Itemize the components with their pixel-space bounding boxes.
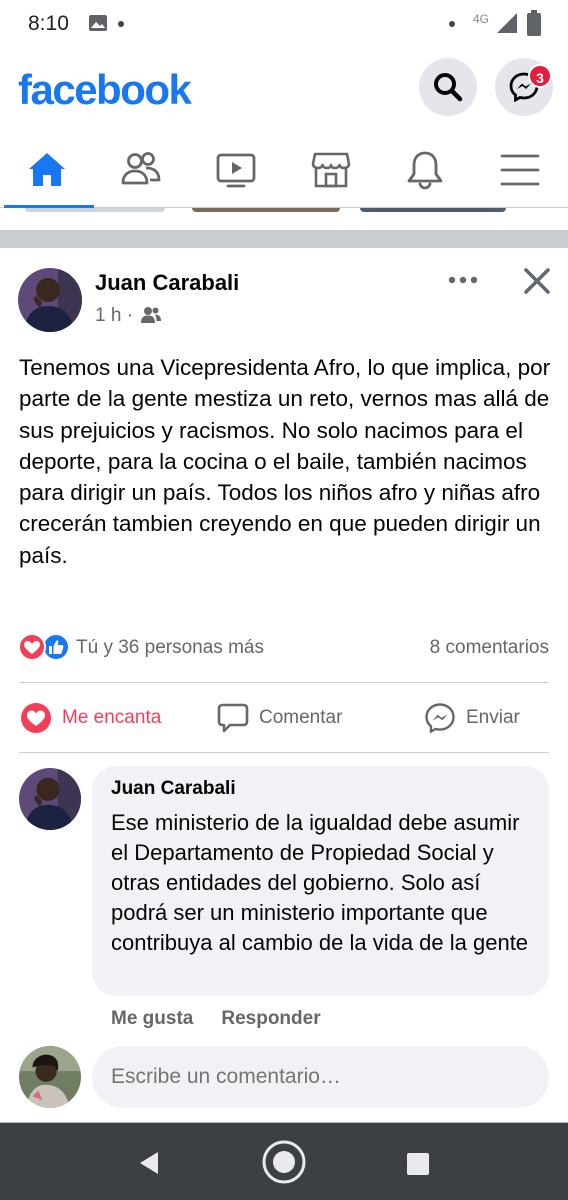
signal-icon	[497, 13, 517, 33]
comment-author-avatar[interactable]	[19, 768, 81, 830]
meta-separator: ·	[126, 305, 134, 326]
tab-watch[interactable]	[189, 132, 283, 208]
author-avatar[interactable]	[18, 268, 82, 332]
comment-text: Ese ministerio de la igualdad debe asumi…	[111, 810, 529, 955]
status-dot	[449, 21, 455, 27]
send-button[interactable]: Enviar	[424, 696, 544, 740]
divider	[19, 752, 549, 753]
battery-icon	[527, 10, 541, 36]
tab-friends[interactable]	[94, 132, 188, 208]
send-label: Enviar	[466, 707, 520, 728]
feed-post: Juan Carabali 1 h · Tenemos una Vicepres…	[0, 248, 568, 1125]
tab-menu[interactable]	[473, 132, 567, 208]
status-time: 8:10	[28, 12, 69, 35]
post-meta: 1 h ·	[95, 305, 133, 327]
comment-bubble[interactable]: Juan Carabali Ese ministerio de la igual…	[92, 766, 549, 996]
messenger-send-icon	[425, 703, 455, 734]
back-icon[interactable]	[136, 1150, 162, 1176]
story-card-edge	[192, 208, 340, 212]
comment-reply-button[interactable]: Responder	[221, 1008, 320, 1030]
messenger-badge: 3	[528, 64, 552, 88]
current-user-avatar[interactable]	[19, 1046, 81, 1108]
post-author-name[interactable]: Juan Carabali	[95, 270, 239, 296]
like-reaction-icon	[42, 633, 70, 661]
comments-count[interactable]: 8 comentarios	[430, 637, 549, 659]
gallery-notification-icon	[89, 15, 107, 31]
love-label: Me encanta	[62, 707, 162, 728]
marketplace-icon	[311, 152, 351, 188]
heart-icon	[21, 703, 51, 733]
search-button[interactable]	[419, 58, 477, 116]
love-reaction-icon	[18, 633, 46, 661]
video-icon	[216, 153, 256, 188]
app-header: facebook 3	[0, 50, 568, 132]
bell-icon	[407, 151, 443, 190]
tab-notifications[interactable]	[378, 132, 472, 208]
comment-like-button[interactable]: Me gusta	[111, 1008, 193, 1030]
comment-input[interactable]	[111, 1065, 531, 1089]
home-icon	[29, 153, 65, 186]
notification-dot	[118, 21, 124, 27]
post-time[interactable]: 1 h	[95, 305, 121, 326]
network-type: 4G	[473, 12, 490, 26]
comment-button[interactable]: Comentar	[217, 696, 367, 740]
avatar-photo	[19, 1046, 81, 1108]
tab-marketplace[interactable]	[284, 132, 378, 208]
reactions-summary[interactable]: Tú y 36 personas más	[76, 637, 264, 659]
friends-audience-icon	[141, 307, 161, 323]
comment-label: Comentar	[259, 707, 343, 728]
post-body-text: Tenemos una Vicepresidenta Afro, lo que …	[19, 355, 551, 568]
facebook-logo[interactable]: facebook	[18, 66, 192, 114]
search-icon	[434, 73, 463, 102]
more-options-icon[interactable]	[446, 268, 480, 292]
tab-home[interactable]	[0, 132, 94, 208]
divider	[19, 682, 549, 683]
hamburger-menu-icon	[500, 154, 540, 186]
comment-icon	[217, 703, 249, 733]
home-button-icon[interactable]	[261, 1139, 307, 1185]
system-navigation-bar	[0, 1122, 568, 1200]
comment-actions: Me gusta Responder	[111, 1008, 349, 1030]
story-card-edge	[25, 208, 165, 212]
recents-icon[interactable]	[405, 1151, 431, 1177]
comment-author-name[interactable]: Juan Carabali	[111, 778, 236, 800]
status-bar: 8:10 4G	[0, 0, 568, 50]
love-reaction-button[interactable]: Me encanta	[20, 696, 180, 740]
friends-icon	[121, 152, 161, 185]
main-nav-tabs	[0, 132, 568, 208]
avatar-photo	[19, 768, 81, 830]
story-card-edge	[360, 208, 506, 212]
stories-strip-remnant	[0, 208, 568, 230]
close-icon[interactable]	[520, 264, 554, 298]
avatar-photo	[18, 268, 82, 332]
feed-divider	[0, 230, 568, 248]
comment-composer[interactable]	[92, 1046, 549, 1108]
